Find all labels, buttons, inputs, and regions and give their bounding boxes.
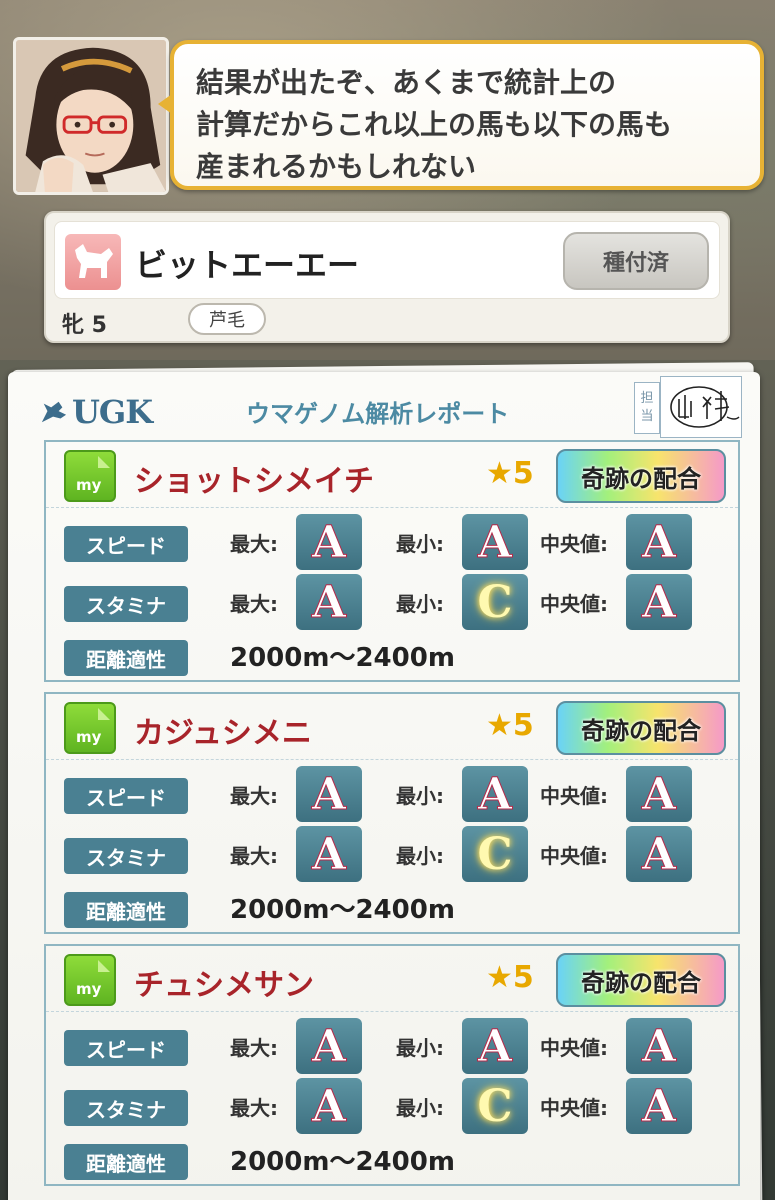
- min-label: 最小:: [396, 1096, 444, 1120]
- stamina-label: スタミナ: [64, 586, 188, 622]
- speed-max-grade: A: [296, 1018, 362, 1074]
- result-name: カジュシメニ: [134, 716, 312, 751]
- max-label: 最大:: [230, 532, 278, 556]
- horse-name: ビットエーエー: [135, 246, 360, 284]
- star-rating: ★5: [486, 708, 534, 743]
- min-label: 最小:: [396, 532, 444, 556]
- result-header: my ショットシメイチ ★5 奇跡の配合: [46, 442, 738, 508]
- horse-info-card: ビットエーエー 種付済 牝 5 芦毛: [44, 211, 730, 343]
- stamina-min-grade: C: [462, 574, 528, 630]
- stamina-row: スタミナ 最大: A 最小: C 中央値: A: [64, 826, 734, 884]
- min-label: 最小:: [396, 784, 444, 808]
- max-label: 最大:: [230, 1036, 278, 1060]
- result-name: ショットシメイチ: [134, 464, 374, 499]
- stamp-signature-box: [660, 376, 742, 438]
- stamina-label: スタミナ: [64, 1090, 188, 1126]
- min-label: 最小:: [396, 592, 444, 616]
- result-card[interactable]: my カジュシメニ ★5 奇跡の配合 スピード 最大: A 最小: A 中央値:…: [44, 692, 740, 934]
- max-label: 最大:: [230, 1096, 278, 1120]
- stamina-median-grade: A: [626, 826, 692, 882]
- coat-color-badge: 芦毛: [188, 303, 266, 335]
- speed-row: スピード 最大: A 最小: A 中央値: A: [64, 1018, 734, 1076]
- star-rating: ★5: [486, 960, 534, 995]
- median-label: 中央値:: [540, 532, 608, 556]
- distance-label: 距離適性: [64, 1144, 188, 1180]
- stamp-label-bottom: 当: [640, 409, 654, 424]
- stamina-median-grade: A: [626, 574, 692, 630]
- ugk-logo-text: UGK: [71, 393, 153, 431]
- ugk-logo: UGK: [40, 392, 153, 432]
- mare-horse-icon: [65, 234, 121, 290]
- dialogue-bubble[interactable]: 結果が出たぞ、あくまで統計上の 計算だからこれ以上の馬も以下の馬も 産まれるかも…: [158, 40, 764, 190]
- speed-min-grade: A: [462, 766, 528, 822]
- max-label: 最大:: [230, 844, 278, 868]
- result-card[interactable]: my ショットシメイチ ★5 奇跡の配合 スピード 最大: A 最小: A 中央…: [44, 440, 740, 682]
- distance-row: 距離適性 2000m〜2400m: [64, 1132, 734, 1190]
- star-rating: ★5: [486, 456, 534, 491]
- miracle-pairing-badge: 奇跡の配合: [556, 953, 726, 1007]
- distance-value: 2000m〜2400m: [230, 643, 455, 673]
- min-label: 最小:: [396, 1036, 444, 1060]
- result-header: my カジュシメニ ★5 奇跡の配合: [46, 694, 738, 760]
- speed-max-grade: A: [296, 514, 362, 570]
- speed-median-grade: A: [626, 766, 692, 822]
- result-header: my チュシメサン ★5 奇跡の配合: [46, 946, 738, 1012]
- distance-value: 2000m〜2400m: [230, 895, 455, 925]
- horse-silhouette-icon: [75, 244, 113, 278]
- my-file-icon: my: [64, 702, 116, 754]
- miracle-pairing-badge: 奇跡の配合: [556, 449, 726, 503]
- median-label: 中央値:: [540, 784, 608, 808]
- distance-value: 2000m〜2400m: [230, 1147, 455, 1177]
- speed-min-grade: A: [462, 514, 528, 570]
- distance-row: 距離適性 2000m〜2400m: [64, 880, 734, 938]
- distance-row: 距離適性 2000m〜2400m: [64, 628, 734, 686]
- stamina-min-grade: C: [462, 1078, 528, 1134]
- distance-label: 距離適性: [64, 640, 188, 676]
- max-label: 最大:: [230, 784, 278, 808]
- horse-sex-age: 牝 5: [62, 313, 107, 338]
- character-portrait: [13, 37, 169, 195]
- stamina-label: スタミナ: [64, 838, 188, 874]
- horse-header: ビットエーエー 種付済: [54, 221, 720, 299]
- speed-row: スピード 最大: A 最小: A 中央値: A: [64, 514, 734, 572]
- stamina-max-grade: A: [296, 574, 362, 630]
- stamina-row: スタミナ 最大: A 最小: C 中央値: A: [64, 1078, 734, 1136]
- character-portrait-illustration: [16, 40, 166, 192]
- distance-label: 距離適性: [64, 892, 188, 928]
- handwritten-signature: [670, 386, 740, 428]
- speed-median-grade: A: [626, 1018, 692, 1074]
- stamina-max-grade: A: [296, 826, 362, 882]
- stamina-min-grade: C: [462, 826, 528, 882]
- my-file-icon: my: [64, 450, 116, 502]
- stamp-label-top: 担: [640, 391, 654, 406]
- speed-label: スピード: [64, 778, 188, 814]
- median-label: 中央値:: [540, 1096, 608, 1120]
- speed-min-grade: A: [462, 1018, 528, 1074]
- result-card[interactable]: my チュシメサン ★5 奇跡の配合 スピード 最大: A 最小: A 中央値:…: [44, 944, 740, 1186]
- ugk-horse-icon: [41, 401, 67, 423]
- speed-row: スピード 最大: A 最小: A 中央値: A: [64, 766, 734, 824]
- median-label: 中央値:: [540, 592, 608, 616]
- speed-label: スピード: [64, 526, 188, 562]
- median-label: 中央値:: [540, 844, 608, 868]
- speed-median-grade: A: [626, 514, 692, 570]
- speed-max-grade: A: [296, 766, 362, 822]
- my-file-icon: my: [64, 954, 116, 1006]
- speed-label: スピード: [64, 1030, 188, 1066]
- stamp-label: 担 当: [634, 382, 660, 434]
- dialogue-text: 結果が出たぞ、あくまで統計上の 計算だからこれ以上の馬も以下の馬も 産まれるかも…: [196, 66, 673, 183]
- result-name: チュシメサン: [134, 968, 314, 1003]
- stamina-median-grade: A: [626, 1078, 692, 1134]
- max-label: 最大:: [230, 592, 278, 616]
- miracle-pairing-badge: 奇跡の配合: [556, 701, 726, 755]
- report-title: ウマゲノム解析レポート: [246, 400, 510, 428]
- min-label: 最小:: [396, 844, 444, 868]
- stamina-row: スタミナ 最大: A 最小: C 中央値: A: [64, 574, 734, 632]
- median-label: 中央値:: [540, 1036, 608, 1060]
- bred-status-button[interactable]: 種付済: [563, 232, 709, 290]
- stamina-max-grade: A: [296, 1078, 362, 1134]
